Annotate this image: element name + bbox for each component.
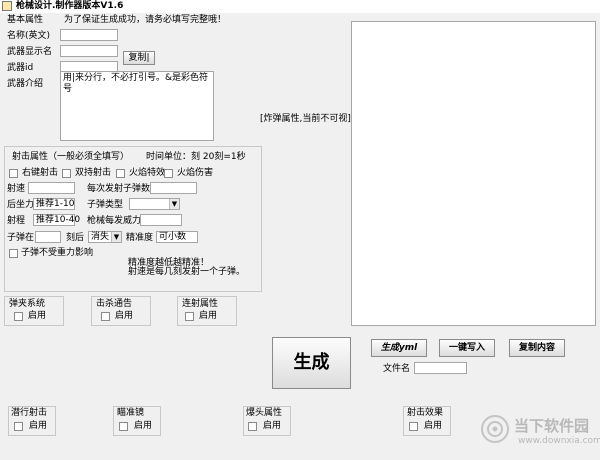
burst-label: 连射属性 bbox=[182, 299, 219, 309]
accuracy-hint: 可小数 bbox=[159, 232, 187, 242]
fire-rate-label: 射速 bbox=[7, 184, 26, 194]
shoot-effect-label: 射击效果 bbox=[407, 408, 444, 418]
dual-wield-checkbox[interactable] bbox=[62, 169, 71, 178]
clip-system-enable-label: 启用 bbox=[28, 311, 47, 321]
watermark-brand: 当下软件园 bbox=[514, 417, 590, 435]
power-input[interactable] bbox=[140, 214, 182, 226]
fire-damage-label: 火焰伤害 bbox=[177, 168, 214, 178]
range-input[interactable]: 推荐10-40 bbox=[33, 214, 80, 226]
burst-checkbox[interactable] bbox=[185, 312, 194, 321]
headshot-label: 爆头属性 bbox=[246, 408, 283, 418]
bullet-end-select[interactable]: 消失 ▼ bbox=[88, 231, 122, 243]
fire-rate-input[interactable] bbox=[28, 182, 75, 194]
display-name-label: 武器显示名 bbox=[7, 47, 53, 57]
display-name-input[interactable] bbox=[60, 45, 118, 57]
name-label: 名称(英文) bbox=[7, 31, 51, 41]
output-preview-panel[interactable] bbox=[351, 21, 596, 326]
accuracy-input[interactable]: 可小数 bbox=[156, 231, 198, 243]
sneak-shoot-checkbox[interactable] bbox=[14, 422, 23, 431]
fire-damage-checkbox[interactable] bbox=[164, 169, 173, 178]
bullet-type-select[interactable]: ▼ bbox=[129, 198, 180, 210]
explosion-label: [炸弹属性,当前不可视] bbox=[260, 114, 351, 124]
scope-checkbox[interactable] bbox=[119, 422, 128, 431]
one-click-write-button[interactable]: 一键写入 bbox=[439, 339, 495, 357]
fire-effect-label: 火焰特效 bbox=[129, 168, 166, 178]
filename-label: 文件名 bbox=[383, 364, 411, 374]
intro-label: 武器介绍 bbox=[7, 79, 44, 89]
bullet-end-value: 消失 bbox=[91, 232, 110, 242]
right-click-shoot-checkbox[interactable] bbox=[9, 169, 18, 178]
shoot-title: 射击属性（一般必须全填写） bbox=[12, 152, 130, 162]
sneak-shoot-label: 潜行射击 bbox=[11, 408, 48, 418]
bullet-in-label: 子弹在 bbox=[7, 233, 35, 243]
no-gravity-checkbox[interactable] bbox=[9, 249, 18, 258]
burst-enable-label: 启用 bbox=[199, 311, 218, 321]
time-unit-label: 时间单位：刻 20刻=1秒 bbox=[146, 152, 246, 162]
window-title: 枪械设计.制作器版本V1.6 bbox=[16, 1, 124, 11]
scope-label: 瞄准镜 bbox=[117, 408, 145, 418]
recoil-input[interactable]: 推荐1-10 bbox=[33, 198, 75, 210]
accuracy-label: 精准度 bbox=[126, 233, 154, 243]
basic-hint: 为了保证生成成功，请务必填写完整哦！ bbox=[64, 15, 227, 25]
right-click-shoot-label: 右键射击 bbox=[22, 168, 59, 178]
power-label: 枪械每发威力 bbox=[87, 216, 142, 226]
range-label: 射程 bbox=[7, 216, 26, 226]
kill-notice-label: 击杀通告 bbox=[96, 299, 133, 309]
kill-notice-enable-label: 启用 bbox=[115, 311, 134, 321]
fire-effect-checkbox[interactable] bbox=[116, 169, 125, 178]
bullets-per-shot-label: 每次发射子弹数 bbox=[87, 184, 151, 194]
headshot-checkbox[interactable] bbox=[248, 422, 257, 431]
chevron-down-icon: ▼ bbox=[111, 232, 121, 242]
watermark-logo-icon bbox=[480, 414, 510, 444]
shoot-effect-checkbox[interactable] bbox=[409, 422, 418, 431]
basic-section-label: 基本属性 bbox=[7, 15, 44, 25]
scope-enable-label: 启用 bbox=[134, 421, 153, 431]
accuracy-note-2: 射速是每几刻发射一个子弹。 bbox=[128, 267, 246, 277]
dual-wield-label: 双持射击 bbox=[75, 168, 112, 178]
generate-yml-button[interactable]: 生成yml bbox=[371, 339, 427, 357]
kill-notice-checkbox[interactable] bbox=[101, 312, 110, 321]
bullet-ticks-input[interactable] bbox=[35, 231, 61, 243]
shoot-effect-enable-label: 启用 bbox=[424, 421, 443, 431]
sneak-shoot-enable-label: 启用 bbox=[29, 421, 48, 431]
title-bar: 枪械设计.制作器版本V1.6 bbox=[0, 0, 600, 13]
chevron-down-icon: ▼ bbox=[169, 199, 179, 209]
recoil-label: 后坐力 bbox=[7, 200, 35, 210]
bullet-type-label: 子弹类型 bbox=[87, 200, 124, 210]
app-icon bbox=[2, 1, 12, 11]
copy-id-button[interactable]: 复制| bbox=[123, 51, 155, 65]
intro-textarea[interactable]: 用|来分行，不必打引号。&是彩色符号 bbox=[60, 71, 214, 141]
watermark-url: www.downxia.com bbox=[518, 436, 600, 446]
copy-content-button[interactable]: 复制内容 bbox=[509, 339, 565, 357]
recoil-hint: 推荐1-10 bbox=[36, 199, 75, 209]
name-input[interactable] bbox=[60, 29, 118, 41]
no-gravity-label: 子弹不受重力影响 bbox=[21, 248, 94, 258]
range-hint: 推荐10-40 bbox=[36, 215, 81, 225]
ticks-after-label: 刻后 bbox=[66, 233, 85, 243]
filename-input[interactable] bbox=[414, 362, 467, 374]
generate-button[interactable]: 生成 bbox=[272, 337, 351, 389]
intro-text: 用|来分行，不必打引号。&是彩色符号 bbox=[63, 73, 209, 94]
bullets-per-shot-input[interactable] bbox=[150, 182, 197, 194]
clip-system-checkbox[interactable] bbox=[14, 312, 23, 321]
clip-system-label: 弹夹系统 bbox=[9, 299, 46, 309]
weapon-id-label: 武器id bbox=[7, 63, 34, 73]
headshot-enable-label: 启用 bbox=[263, 421, 282, 431]
